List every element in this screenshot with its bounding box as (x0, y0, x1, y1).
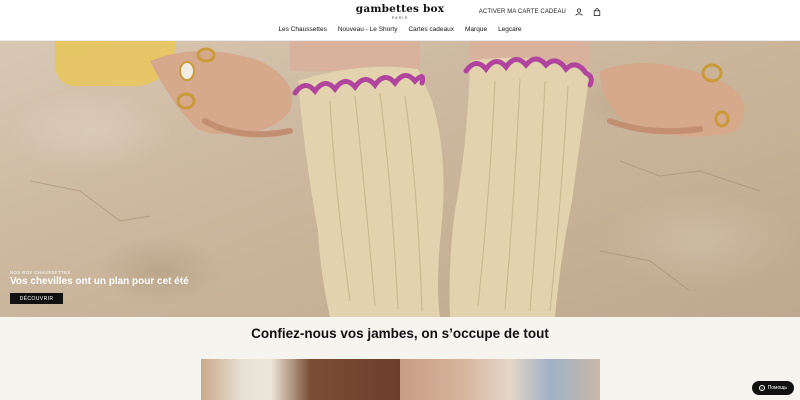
hero-eyebrow: NOS BOX CHAUSSETTES (10, 270, 71, 275)
nav-item-shorty[interactable]: Nouveau - Le Shorty (338, 26, 398, 33)
hero-title: Vos chevilles ont un plan pour cet été (10, 276, 189, 287)
section-title: Confiez-nous vos jambes, on s’occupe de … (251, 326, 549, 341)
logo-subtitle: PARIS (391, 16, 409, 20)
site-header: gambettes box PARIS ACTIVER MA CARTE CAD… (0, 0, 800, 41)
help-button[interactable]: ? Помощь (751, 381, 794, 395)
user-icon[interactable] (574, 7, 584, 17)
nav-item-chaussettes[interactable]: Les Chaussettes (278, 26, 326, 33)
discover-button[interactable]: DÉCOUVRIR (10, 293, 63, 304)
nav-item-gift-cards[interactable]: Cartes cadeaux (408, 26, 454, 33)
question-icon: ? (758, 385, 765, 391)
help-label: Помощь (767, 385, 787, 391)
header-actions: ACTIVER MA CARTE CADEAU (479, 7, 602, 17)
nav-item-legcare[interactable]: Legcare (498, 26, 522, 33)
intro-section: Confiez-nous vos jambes, on s’occupe de … (0, 317, 800, 400)
logo-wordmark: gambettes box (355, 3, 445, 15)
section-image-left[interactable] (201, 359, 400, 400)
main-nav: Les Chaussettes Nouveau - Le Shorty Cart… (0, 26, 800, 33)
nav-item-brand[interactable]: Marque (465, 26, 487, 33)
section-image-right[interactable] (400, 359, 600, 400)
bag-icon[interactable] (592, 7, 602, 17)
activate-gift-card-link[interactable]: ACTIVER MA CARTE CADEAU (479, 9, 566, 15)
logo[interactable]: gambettes box PARIS (0, 3, 800, 21)
hero-banner: NOS BOX CHAUSSETTES Vos chevilles ont un… (0, 41, 800, 317)
